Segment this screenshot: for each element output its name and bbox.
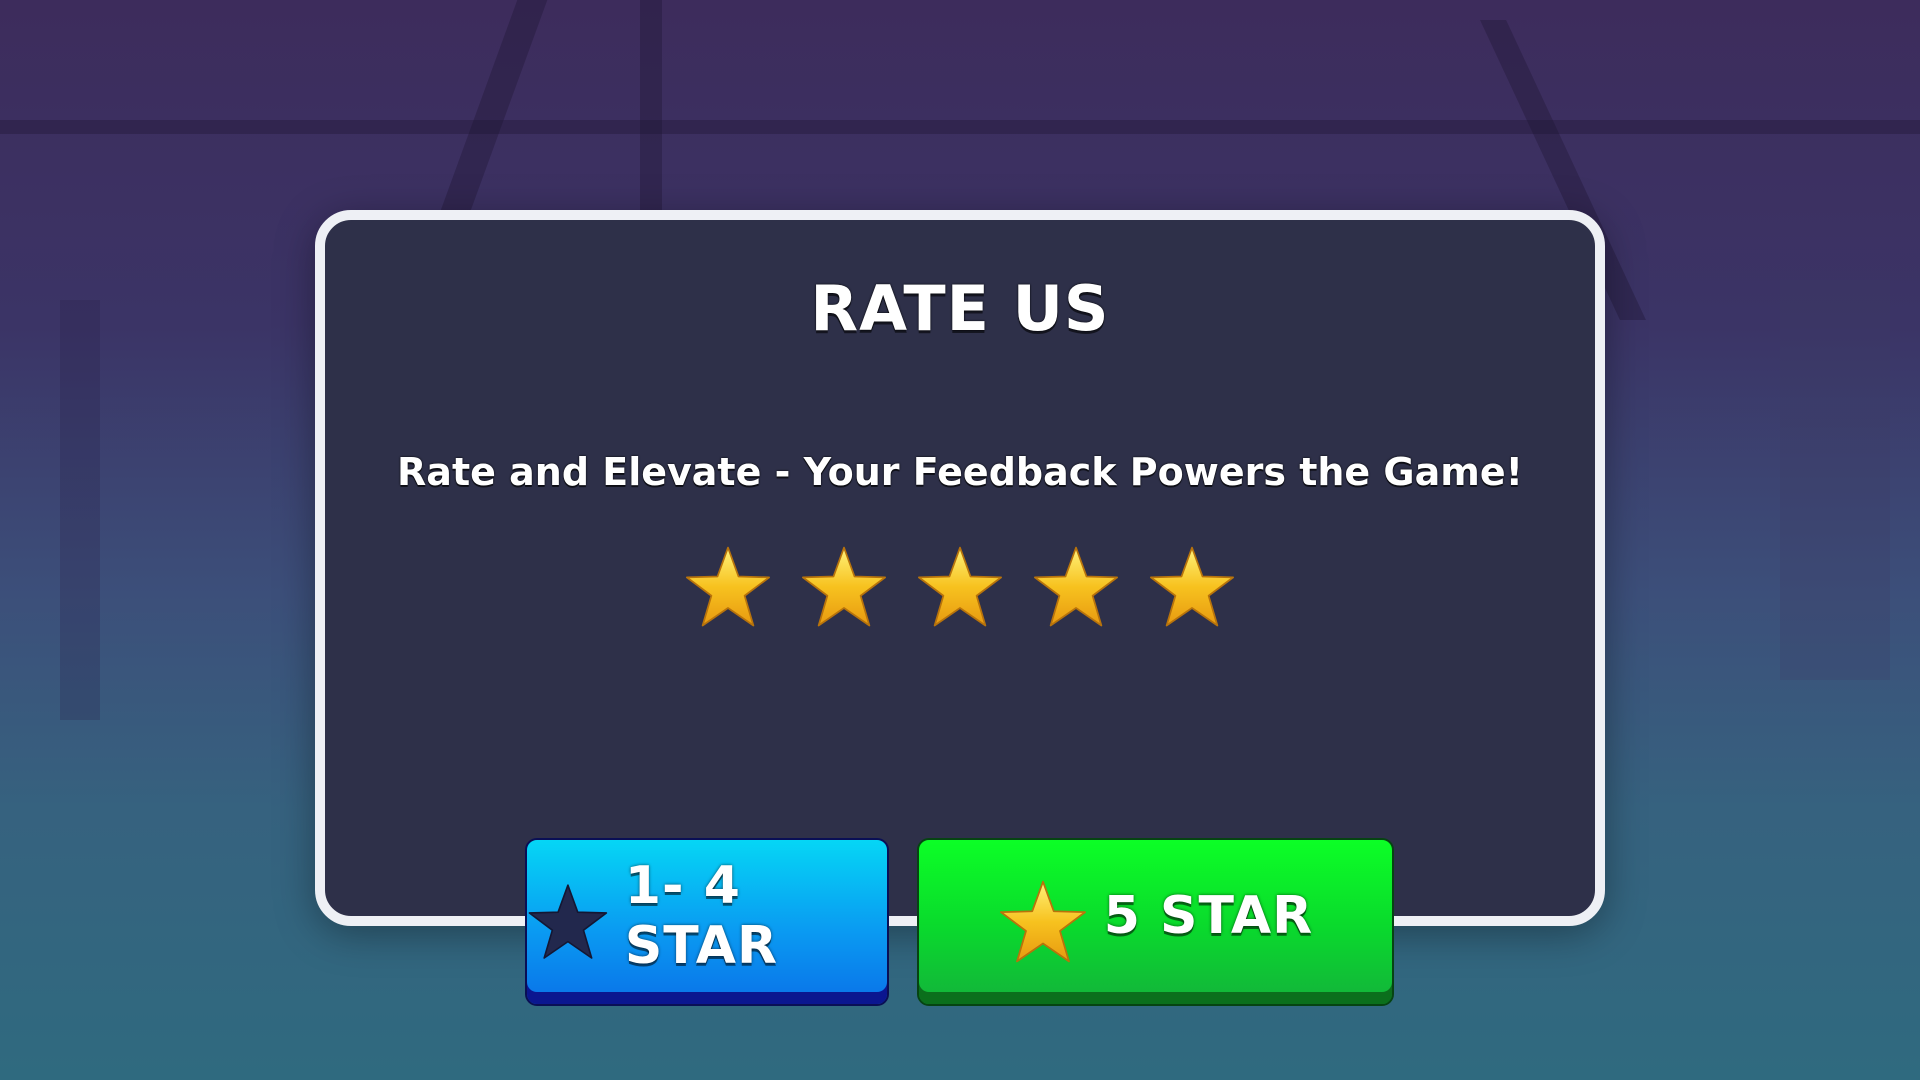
dialog-subtitle: Rate and Elevate - Your Feedback Powers … — [397, 450, 1523, 494]
rating-star-4[interactable] — [1032, 545, 1120, 629]
star-icon — [802, 546, 886, 627]
rate-5-star-label: 5 STAR — [1103, 886, 1314, 946]
star-icon — [1034, 546, 1118, 627]
star-icon — [918, 546, 1002, 627]
rate-us-dialog: RATE US Rate and Elevate - Your Feedback… — [315, 210, 1605, 926]
rate-1-4-star-label: 1- 4 STAR — [624, 856, 778, 976]
dialog-title: RATE US — [810, 272, 1110, 345]
star-icon — [1150, 546, 1234, 627]
rating-star-3[interactable] — [916, 545, 1004, 629]
star-icon — [686, 546, 770, 627]
star-gold-icon — [998, 879, 1088, 965]
rating-star-2[interactable] — [800, 545, 888, 629]
rating-star-5[interactable] — [1148, 545, 1236, 629]
star-rating — [325, 545, 1595, 629]
rating-star-1[interactable] — [684, 545, 772, 629]
star-dark-icon — [527, 879, 609, 965]
rate-5-star-button[interactable]: 5 STAR — [917, 838, 1394, 1006]
rate-1-4-star-button[interactable]: 1- 4 STAR — [525, 838, 889, 1006]
